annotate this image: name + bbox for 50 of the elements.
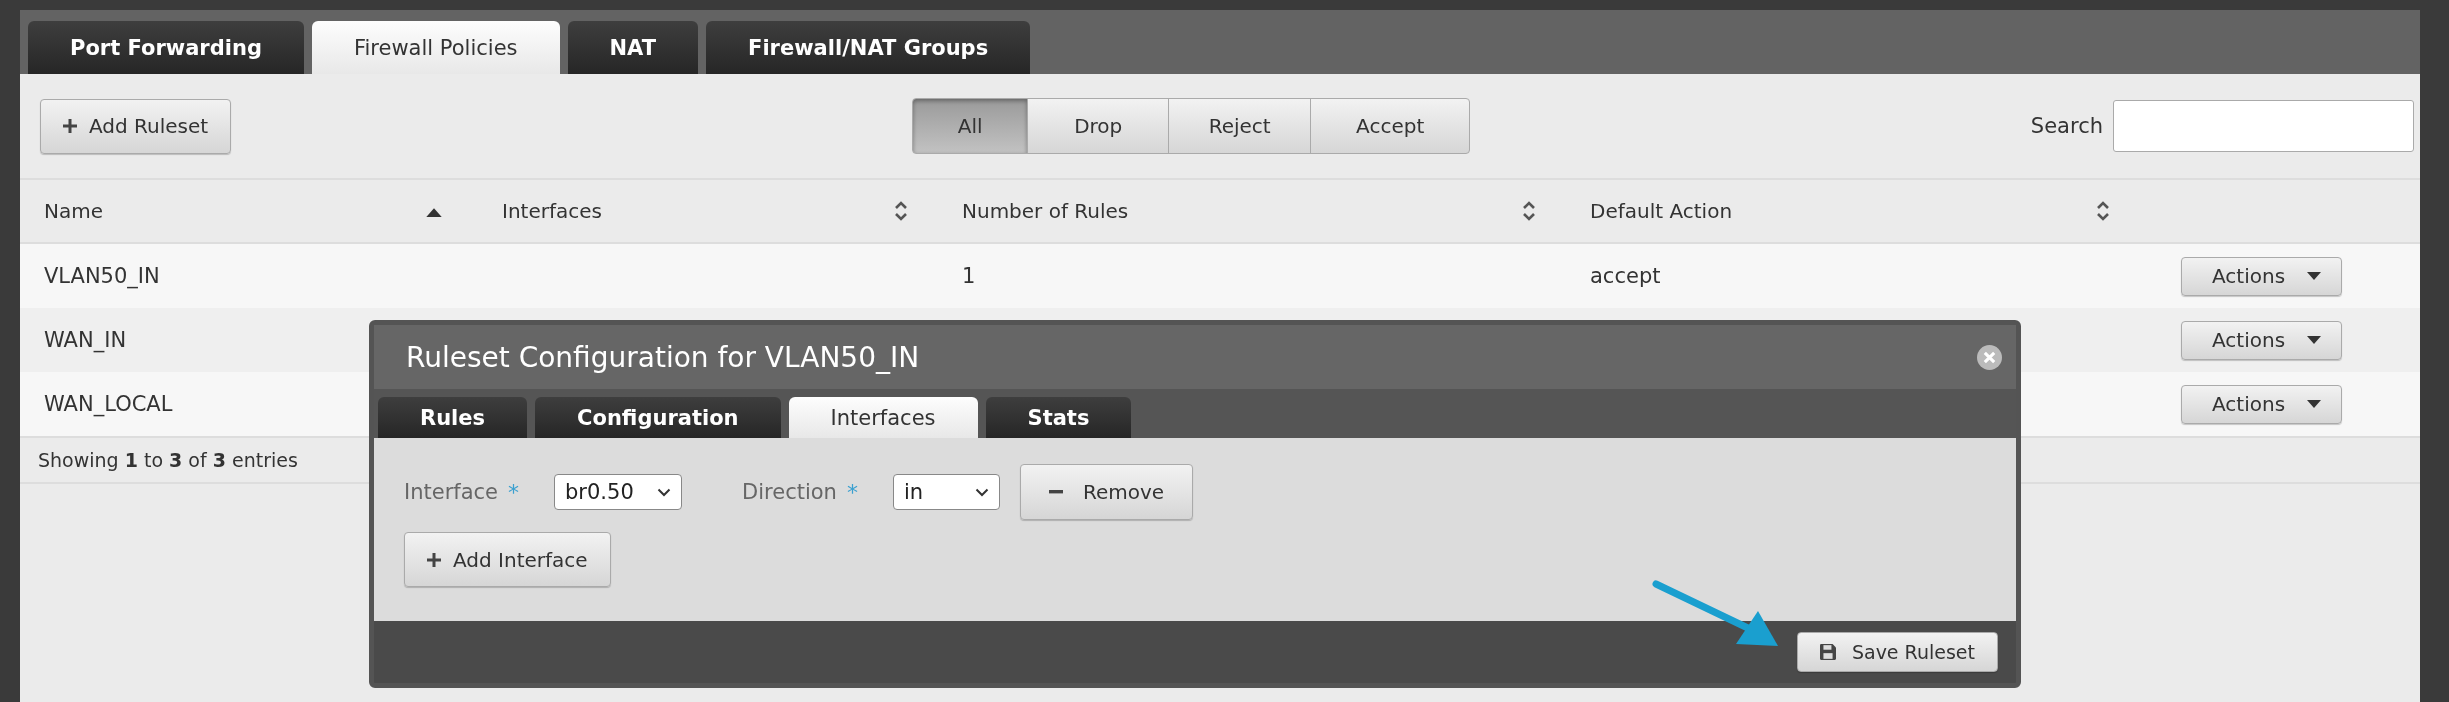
search-label: Search [2030,114,2103,138]
required-mark: * [846,479,858,505]
plus-icon [427,552,441,567]
tab[interactable]: NAT [567,21,699,74]
caret-icon [2307,400,2322,408]
column-header[interactable]: Name [44,199,103,223]
caret-icon [2307,272,2322,280]
tab[interactable]: Configuration [535,397,781,438]
filter-button[interactable]: Accept [1310,98,1471,154]
filter-button[interactable]: Drop [1027,98,1170,154]
dropdown[interactable]: br0.50 [554,474,683,510]
sort-icon[interactable] [2096,200,2110,222]
chevron-down-icon [974,487,989,497]
table-cell: accept [1590,264,1661,288]
actions-dropdown[interactable]: Actions [2181,256,2343,296]
sort-icon[interactable] [1522,200,1536,222]
filter-button[interactable]: Reject [1168,98,1312,154]
table-cell: 1 [962,264,976,288]
chevron-down-icon [657,487,672,497]
tab[interactable]: Interfaces [788,397,978,438]
close-icon[interactable] [1977,344,2002,370]
tab[interactable]: Firewall Policies [311,21,560,74]
tab[interactable]: Port Forwarding [28,21,304,74]
tab[interactable]: Rules [378,397,528,438]
actions-dropdown[interactable]: Actions [2181,384,2343,424]
field-label: Direction [742,480,837,504]
dialog-title: Ruleset Configuration for VLAN50_IN [406,340,920,374]
dropdown[interactable]: in [892,474,1000,510]
table-cell: WAN_IN [44,328,127,352]
tab[interactable]: Stats [985,397,1132,438]
required-mark: * [508,479,520,505]
caret-icon [2307,336,2322,344]
minus-icon [1048,490,1063,494]
tab[interactable]: Firewall/NAT Groups [706,21,1031,74]
save-ruleset-button[interactable]: Save Ruleset [1796,632,1998,672]
filter-button[interactable]: All [912,98,1029,154]
add-interface-button[interactable]: Add Interface [404,532,611,587]
column-header[interactable]: Default Action [1590,199,1733,223]
table-cell: VLAN50_IN [44,264,160,288]
column-header[interactable]: Interfaces [502,199,602,223]
column-header[interactable]: Number of Rules [962,199,1129,223]
table-cell: WAN_LOCAL [44,392,173,416]
sort-icon[interactable] [894,200,908,222]
remove-button[interactable]: Remove [1019,464,1194,520]
plus-icon [63,119,77,133]
actions-dropdown[interactable]: Actions [2181,320,2343,360]
add-ruleset-button[interactable]: Add Ruleset [40,98,232,154]
entries-summary: Showing 1 to 3 of 3 entries [38,449,298,471]
search-field[interactable] [2113,100,2414,152]
field-label: Interface [404,480,499,504]
